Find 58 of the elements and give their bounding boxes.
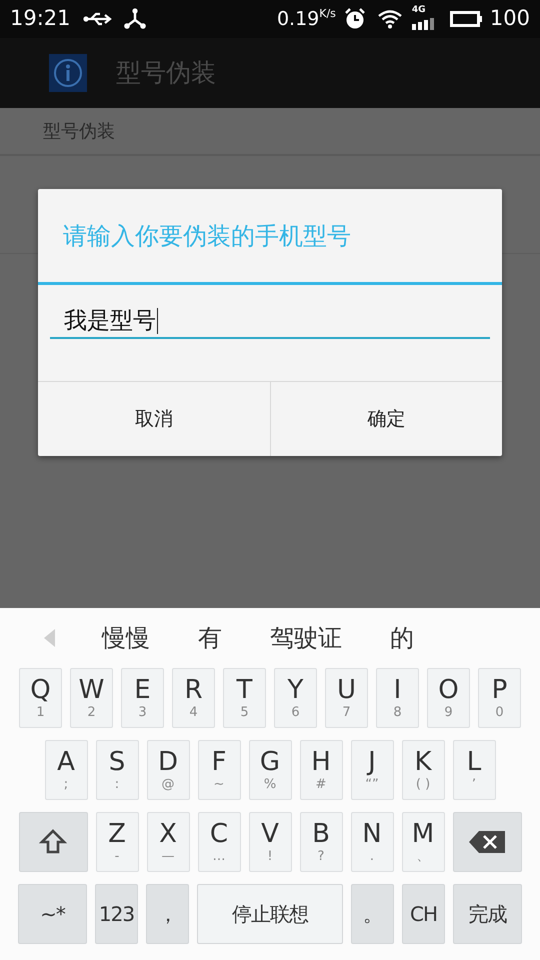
space-key[interactable]: 停止联想 [197,884,343,944]
candidate-word[interactable]: 慢慢 [102,620,150,656]
section-header: 型号伪装 [43,120,115,144]
network-speed: 0.19 [276,6,320,32]
key[interactable]: 。 [351,884,394,944]
key[interactable]: K ( ) [402,740,444,800]
key[interactable]: ~* [18,884,87,944]
key[interactable]: G % [248,740,292,800]
key[interactable]: E 3 [121,668,164,728]
dialog-title: 请输入你要伪装的手机型号 [63,220,351,252]
alarm-icon [344,8,366,30]
key[interactable]: F ~ [198,740,240,800]
key[interactable]: Q 1 [19,668,62,728]
share-icon [122,8,147,30]
backspace-key[interactable] [452,812,522,872]
key[interactable]: T 5 [223,668,266,728]
dialog-button[interactable]: 确定 [270,382,502,456]
key[interactable]: H # [300,740,342,800]
shift-icon [39,828,67,856]
key[interactable]: A ; [44,740,88,800]
battery-icon [450,10,482,28]
candidate-word[interactable]: 有 [198,620,222,656]
key[interactable]: M 、 [402,812,444,872]
key[interactable]: U 7 [325,668,368,728]
candidate-word[interactable]: 驾驶证 [270,620,342,656]
key[interactable]: D @ [146,740,190,800]
key[interactable]: 完成 [453,884,522,944]
key[interactable]: X — [146,812,190,872]
key[interactable]: O 9 [427,668,470,728]
key[interactable]: J “” [350,740,394,800]
backspace-icon [469,831,505,853]
key[interactable]: L ’ [452,740,496,800]
key[interactable]: S : [96,740,138,800]
key[interactable]: I 8 [376,668,419,728]
wifi-icon [378,9,402,29]
usb-icon [82,11,113,27]
key[interactable]: V ! [248,812,292,872]
key[interactable]: Z - [96,812,138,872]
key[interactable]: W 2 [70,668,113,728]
shift-key[interactable] [18,812,88,872]
key[interactable]: Y 6 [274,668,317,728]
candidate-word[interactable]: 的 [390,620,414,656]
key[interactable]: R 4 [172,668,215,728]
key[interactable]: N . [350,812,394,872]
key[interactable]: B ? [300,812,342,872]
network-type: 4G [412,5,426,15]
key[interactable]: ， [146,884,189,944]
app-icon [49,54,87,92]
dialog-button[interactable]: 取消 [38,382,270,456]
key[interactable]: P 0 [478,668,521,728]
app-title: 型号伪装 [116,57,216,90]
input-field[interactable]: 我是型号 [50,305,490,339]
battery-level: 100 [490,5,530,32]
key[interactable]: 123 [95,884,138,944]
speed-unit: K/s [319,6,336,22]
key[interactable]: CH [402,884,445,944]
clock: 19:21 [10,5,71,32]
key[interactable]: C … [198,812,240,872]
